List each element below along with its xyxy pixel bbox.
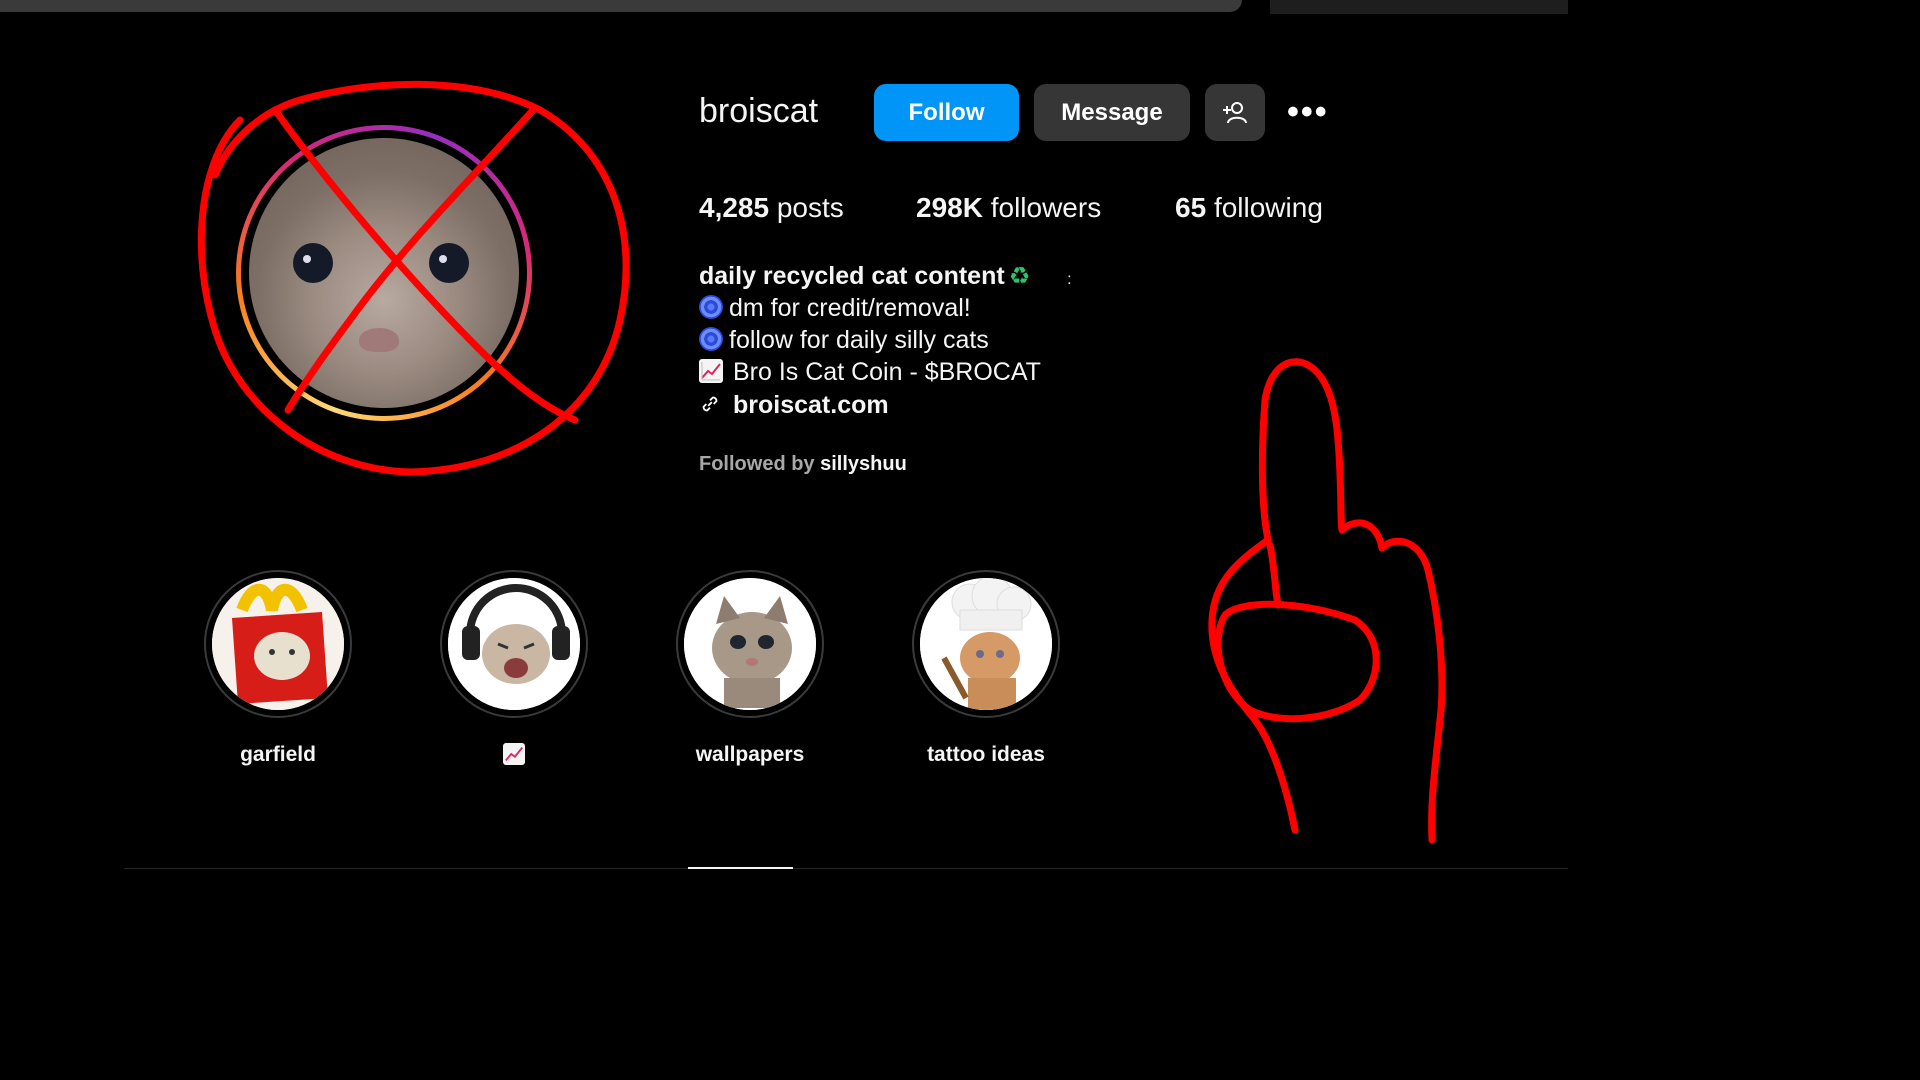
small-face-icon: : (1067, 271, 1072, 288)
message-button[interactable]: Message (1034, 84, 1190, 141)
highlight-ring (204, 570, 352, 718)
knuckle-line (1266, 541, 1282, 609)
hand-outline (1208, 358, 1446, 844)
highlight-label: wallpapers (695, 743, 805, 766)
browser-top-bar (0, 0, 1568, 16)
following-label: following (1213, 192, 1323, 223)
follow-button[interactable]: Follow (874, 84, 1019, 141)
link-icon (702, 396, 718, 412)
bio-link[interactable]: broiscat.com (733, 391, 889, 419)
recycle-icon: ♻ (1008, 263, 1031, 290)
followed-by[interactable]: Followed by sillyshuu (699, 453, 907, 476)
cat-nose (359, 328, 399, 352)
cat-eye-right (429, 243, 469, 283)
posts-count: 4,285 (699, 192, 770, 223)
browser-toolbar (1270, 0, 1568, 14)
highlight-cover (684, 578, 816, 710)
highlight-label: garfield (240, 743, 316, 766)
bio-line-1: dm for credit/removal! (699, 294, 971, 323)
cat-eye-left (293, 243, 333, 283)
chart-increasing-icon (699, 359, 723, 383)
highlight-cover (212, 578, 344, 710)
highlight-tattoo-ideas[interactable]: tattoo ideas (911, 570, 1061, 766)
following-count: 65 (1175, 192, 1207, 223)
bio-line-2-text: follow for daily silly cats (729, 326, 989, 354)
address-bar[interactable] (0, 0, 1242, 12)
highlight-chart[interactable] (439, 570, 589, 765)
highlight-cover (448, 578, 580, 710)
following-stat[interactable]: 65 following (1175, 192, 1323, 224)
suggest-user-button[interactable] (1205, 84, 1265, 141)
cyclone-icon (699, 327, 723, 351)
highlight-ring (676, 570, 824, 718)
cyclone-icon (699, 295, 723, 319)
highlight-garfield[interactable]: garfield (203, 570, 353, 766)
add-person-icon (1223, 101, 1247, 123)
highlight-ring (912, 570, 1060, 718)
avatar-image (249, 138, 519, 408)
followers-stat[interactable]: 298K followers (916, 192, 1101, 224)
profile-avatar[interactable] (236, 125, 532, 421)
profile-username: broiscat (699, 92, 819, 130)
bio-line-3: Bro Is Cat Coin - $BROCAT (699, 358, 1041, 387)
followers-count: 298K (916, 192, 983, 223)
followed-by-prefix: Followed by (699, 453, 815, 475)
fist-outline (1214, 600, 1380, 723)
highlight-label: tattoo ideas (927, 743, 1045, 766)
highlight-wallpapers[interactable]: wallpapers (675, 570, 825, 766)
tabs-divider (124, 868, 1568, 869)
bio-line-2: follow for daily silly cats (699, 326, 989, 355)
tab-active-indicator (688, 867, 793, 869)
bio-link-line[interactable]: broiscat.com (699, 391, 889, 420)
chart-increasing-icon (503, 743, 525, 765)
highlight-label (399, 743, 629, 768)
bio-name: daily recycled cat content (699, 262, 1005, 290)
followed-by-user[interactable]: sillyshuu (820, 453, 907, 475)
bio-line-3-text: Bro Is Cat Coin - $BROCAT (733, 358, 1041, 386)
posts-label: posts (776, 192, 844, 223)
followers-label: followers (990, 192, 1102, 223)
bio-line-1-text: dm for credit/removal! (729, 294, 971, 322)
more-options-icon[interactable]: ••• (1287, 95, 1331, 129)
highlight-ring (440, 570, 588, 718)
bio-name-line: daily recycled cat content ♻ : (699, 262, 1072, 291)
posts-stat: 4,285 posts (699, 192, 844, 224)
highlight-cover (920, 578, 1052, 710)
